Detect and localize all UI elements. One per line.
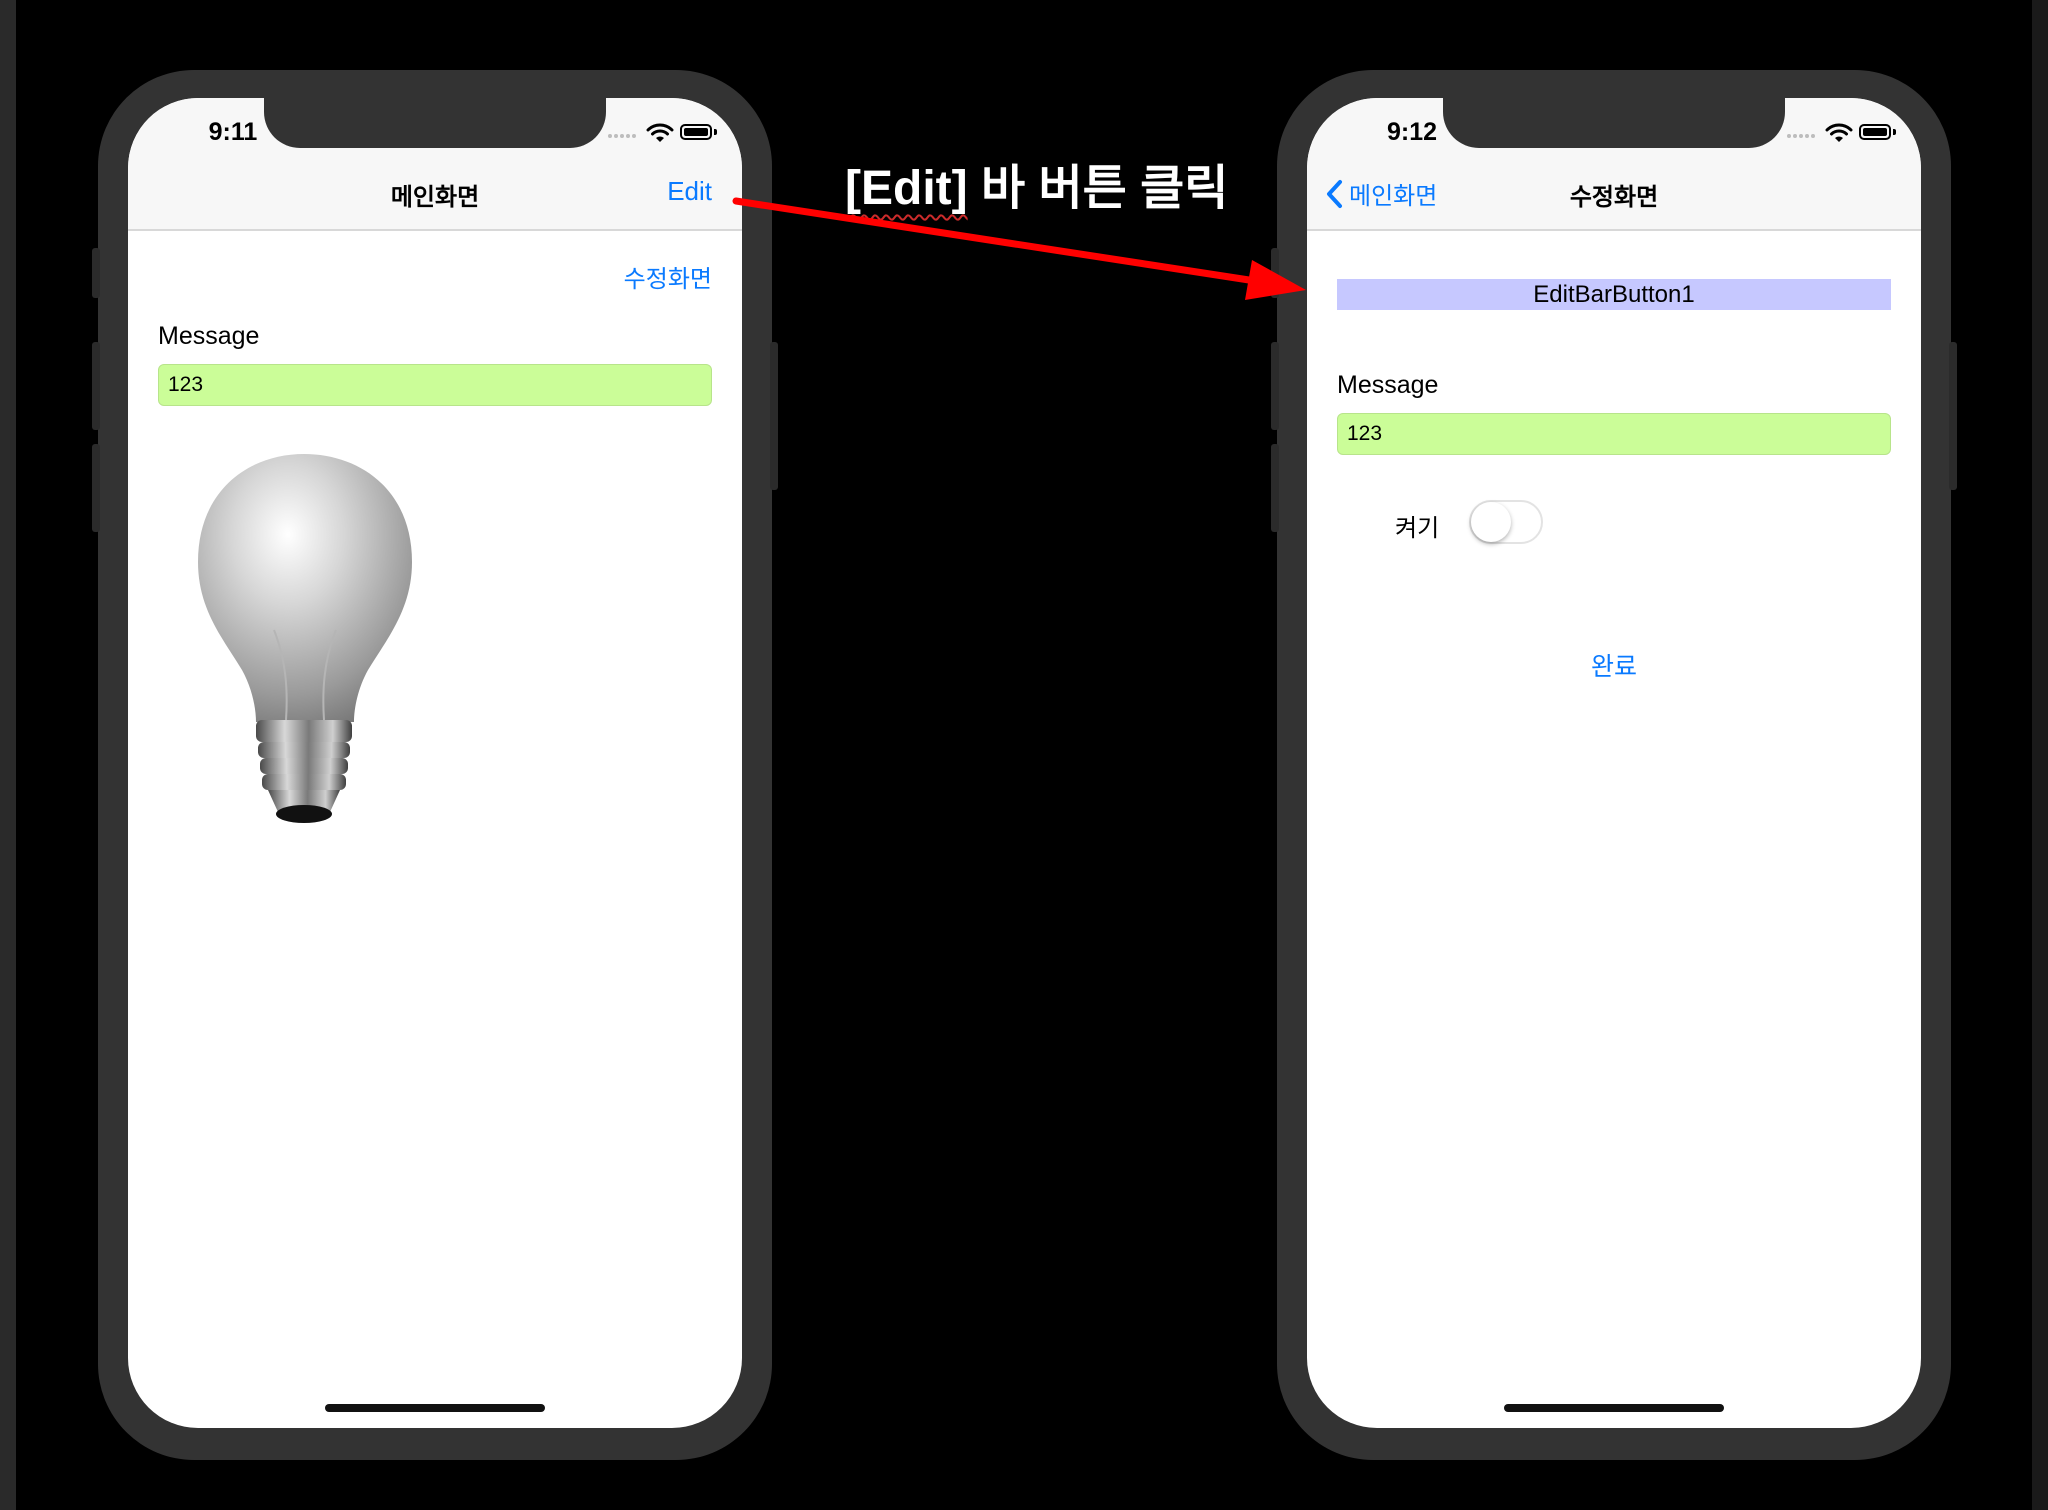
silent-switch bbox=[92, 248, 100, 298]
volume-up-button bbox=[1271, 342, 1279, 430]
home-indicator bbox=[1504, 1404, 1724, 1412]
battery-tip bbox=[714, 129, 717, 135]
edit-bar-button-label: EditBarButton1 bbox=[1337, 279, 1891, 310]
annotation-edit-word: [Edit] bbox=[845, 162, 968, 215]
lightbulb-image bbox=[198, 454, 412, 823]
power-button bbox=[1949, 342, 1957, 490]
wifi-icon bbox=[646, 123, 674, 142]
edit-bar-button[interactable]: Edit bbox=[667, 176, 712, 207]
background-edge-left bbox=[0, 0, 16, 1510]
status-icons bbox=[1787, 123, 1897, 142]
signal-icon bbox=[608, 134, 638, 138]
message-field[interactable]: 123 bbox=[1337, 413, 1891, 455]
switch-label: 켜기 bbox=[1395, 515, 1440, 542]
volume-up-button bbox=[92, 342, 100, 430]
message-label: Message bbox=[158, 322, 260, 350]
home-indicator bbox=[325, 1404, 545, 1412]
message-label: Message bbox=[1337, 371, 1439, 399]
annotation-text: [Edit] 바 버튼 클릭 bbox=[845, 148, 1228, 218]
volume-down-button bbox=[1271, 444, 1279, 532]
status-icons bbox=[608, 123, 718, 142]
volume-down-button bbox=[92, 444, 100, 532]
edit-screen-button[interactable]: 수정화면 bbox=[624, 259, 712, 294]
main-screen: 9:11 메인화면 Edit 수정화면 Message 123 bbox=[128, 98, 742, 1428]
toggle-knob bbox=[1471, 502, 1511, 542]
silent-switch bbox=[1271, 248, 1279, 298]
notch bbox=[1443, 98, 1785, 148]
battery-icon bbox=[1859, 124, 1891, 140]
battery-icon bbox=[680, 124, 712, 140]
phone-edit-screen: 9:12 메인화면 수정화면 EditBarButton1 Message 12… bbox=[1271, 70, 1957, 1460]
power-button bbox=[770, 342, 778, 490]
battery-tip bbox=[1893, 129, 1896, 135]
message-field[interactable]: 123 bbox=[158, 364, 712, 406]
wifi-icon bbox=[1825, 123, 1853, 142]
light-toggle-switch[interactable] bbox=[1469, 500, 1543, 544]
nav-title: 메인화면 bbox=[390, 184, 480, 211]
background-edge-right bbox=[2032, 0, 2048, 1510]
notch bbox=[264, 98, 606, 148]
signal-icon bbox=[1787, 134, 1817, 138]
done-button[interactable]: 완료 bbox=[1307, 647, 1921, 683]
edit-screen: 9:12 메인화면 수정화면 EditBarButton1 Message 12… bbox=[1307, 98, 1921, 1428]
annotation-rest: 바 버튼 클릭 bbox=[967, 162, 1229, 215]
nav-title: 수정화면 bbox=[1569, 184, 1659, 211]
phone-main-screen: 9:11 메인화면 Edit 수정화면 Message 123 bbox=[92, 70, 778, 1460]
